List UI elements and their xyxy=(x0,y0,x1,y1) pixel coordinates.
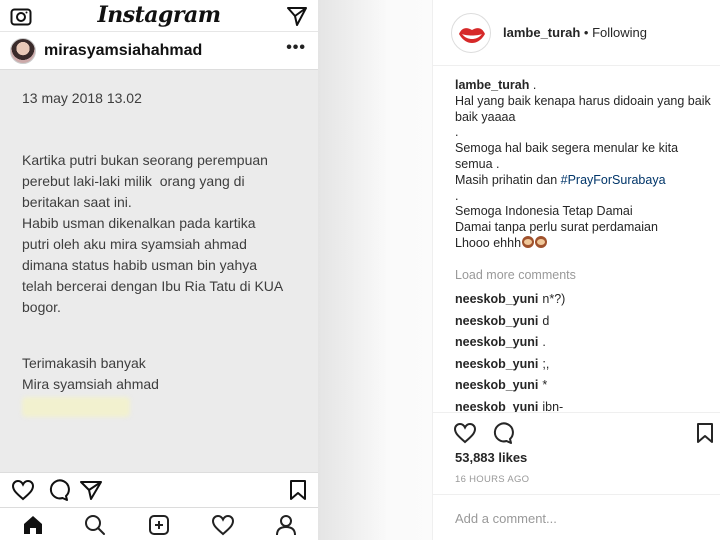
bookmark-icon[interactable] xyxy=(693,421,717,445)
caption-username[interactable]: lambe_turah xyxy=(455,78,529,92)
caption-line-5: . xyxy=(455,188,459,203)
phone-post-actions xyxy=(0,474,318,506)
comment-username[interactable]: neeskob_yuni xyxy=(455,314,538,328)
load-more-comments-button[interactable]: Load more comments xyxy=(455,268,576,282)
instagram-logo: Instagram xyxy=(97,2,221,28)
comment-text: d xyxy=(542,313,550,328)
heart-icon xyxy=(11,479,35,501)
comment-text: ibn- xyxy=(542,399,564,413)
author-username-link[interactable]: lambe_turah xyxy=(503,25,580,40)
list-item: neeskob_yuni d xyxy=(455,314,717,336)
post-timestamp: 16 HOURS AGO xyxy=(455,474,530,485)
comment-text: . xyxy=(542,335,546,349)
comment-list: neeskob_yuni n*?) neeskob_yuni d neeskob_y… xyxy=(455,292,717,412)
header-separator: • xyxy=(580,25,593,40)
caption-line-1: Hal yang baik kenapa harus didoain yang … xyxy=(455,93,711,124)
comment-text: ;, xyxy=(542,356,550,371)
share-icon xyxy=(80,481,102,500)
home-icon xyxy=(24,516,42,534)
post-media-area: Instagram mirasyamsiahahmad ••• 13 may 2… xyxy=(0,0,432,540)
monkey-emoji-icon xyxy=(522,235,535,248)
like-heart-icon[interactable] xyxy=(453,421,477,445)
caption-line-4: Masih prihatin dan #PrayForSurabaya xyxy=(455,172,666,187)
search-icon xyxy=(85,515,105,535)
direct-message-icon xyxy=(287,7,307,26)
comment-icon xyxy=(49,479,70,501)
add-comment-input[interactable]: Add a comment... xyxy=(455,511,557,526)
monkey-emoji-icon xyxy=(535,235,548,248)
sidebar-header: lambe_turah • Following xyxy=(433,0,720,66)
list-item: neeskob_yuni. xyxy=(455,335,717,357)
phone-screenshot: Instagram mirasyamsiahahmad ••• 13 may 2… xyxy=(0,0,318,540)
caption-line-8: Lhooo ehhh xyxy=(455,235,717,252)
comments-section: lambe_turah . Hal yang baik kenapa harus… xyxy=(433,72,720,412)
blurred-redaction xyxy=(22,397,130,417)
post-author-row: mirasyamsiahahmad ••• xyxy=(0,33,318,69)
comment-username[interactable]: neeskob_yuni xyxy=(455,357,538,371)
comment-text: n*?) xyxy=(542,292,566,306)
comment-icon[interactable] xyxy=(490,421,514,445)
hashtag-link[interactable]: #PrayForSurabaya xyxy=(561,173,666,187)
lips-logo-icon[interactable] xyxy=(451,13,491,53)
new-post-icon xyxy=(149,515,169,535)
list-item: neeskob_yuni ibn- xyxy=(455,400,717,413)
avatar xyxy=(10,38,36,64)
caption-line-2: . xyxy=(455,125,459,140)
list-item: neeskob_yuni n*?) xyxy=(455,292,717,314)
more-options-icon: ••• xyxy=(286,39,306,56)
profile-icon xyxy=(276,515,296,536)
caption-line-3: Semoga hal baik segera menular ke kita s… xyxy=(455,141,679,171)
post-actions xyxy=(433,412,720,452)
add-comment-bar: Add a comment... xyxy=(433,494,720,540)
sidebar-header-title: lambe_turah • Following xyxy=(503,25,647,40)
comment-username[interactable]: neeskob_yuni xyxy=(455,292,538,306)
comment-username[interactable]: neeskob_yuni xyxy=(455,378,538,392)
comment-text: * xyxy=(542,378,548,392)
list-item: neeskob_yuni;, xyxy=(455,357,717,379)
post-image-date: 13 may 2018 13.02 xyxy=(22,90,142,106)
instagram-post-view: Instagram mirasyamsiahahmad ••• 13 may 2… xyxy=(0,0,720,540)
following-status[interactable]: Following xyxy=(592,25,647,40)
activity-heart-icon xyxy=(211,514,235,536)
phone-shadow xyxy=(318,0,388,540)
post-author-username: mirasyamsiahahmad xyxy=(44,42,203,59)
comment-username[interactable]: neeskob_yuni xyxy=(455,335,538,349)
phone-bottom-nav xyxy=(0,507,318,540)
list-item: neeskob_yuni * xyxy=(455,378,717,400)
caption-line-0: lambe_turah . xyxy=(455,78,537,92)
caption-line-6: Semoga Indonesia Tetap Damai xyxy=(455,204,633,219)
phone-top-bar: Instagram xyxy=(0,0,318,32)
caption-line-7: Damai tanpa perlu surat perdamaian xyxy=(455,220,658,235)
bookmark-icon xyxy=(290,480,306,500)
post-image: 13 may 2018 13.02 Kartika putri bukan se… xyxy=(0,69,318,473)
comment-username[interactable]: neeskob_yuni xyxy=(455,400,538,413)
post-sidebar: lambe_turah • Following lambe_turah . Ha… xyxy=(432,0,720,540)
like-count[interactable]: 53,883 likes xyxy=(455,450,527,465)
post-image-body: Kartika putri bukan seorang perempuan pe… xyxy=(22,152,284,315)
post-caption: lambe_turah . Hal yang baik kenapa harus… xyxy=(455,78,717,252)
post-image-signature: Terimakasih banyak Mira syamsiah ahmad xyxy=(22,355,159,392)
